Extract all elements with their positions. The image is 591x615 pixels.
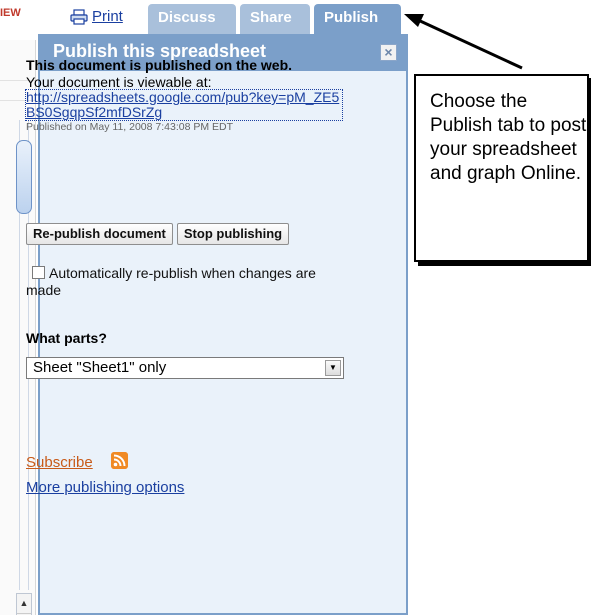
more-publishing-options-link[interactable]: More publishing options bbox=[26, 479, 184, 496]
published-url-link[interactable]: http://spreadsheets.google.com/pub?key=p… bbox=[25, 89, 343, 121]
stop-publishing-button[interactable]: Stop publishing bbox=[176, 223, 290, 245]
auto-republish-checkbox[interactable] bbox=[32, 266, 45, 279]
parts-selected-value: Sheet "Sheet1" only bbox=[33, 359, 167, 376]
subscribe-link[interactable]: Subscribe bbox=[26, 454, 93, 471]
published-status: This document is published on the web. bbox=[26, 57, 293, 73]
publish-actions: Re-publish document Stop publishing bbox=[26, 223, 290, 245]
dropdown-arrow-icon[interactable]: ▼ bbox=[325, 360, 341, 376]
scrollbar-thumb[interactable] bbox=[16, 140, 32, 214]
tab-share[interactable]: Share bbox=[240, 4, 310, 34]
published-date: Published on May 11, 2008 7:43:08 PM EDT bbox=[26, 121, 234, 133]
scroll-up-icon[interactable]: ▲ bbox=[17, 594, 31, 613]
close-icon[interactable]: × bbox=[380, 44, 397, 61]
view-menu-fragment: IEW bbox=[0, 7, 21, 19]
auto-republish-option: Automatically re-publish when changes ar… bbox=[26, 265, 346, 299]
scrollbar-buttons: ▲ ▼ bbox=[16, 593, 32, 615]
publish-info: This document is published on the web. Y… bbox=[25, 57, 356, 134]
auto-republish-label: Automatically re-publish when changes ar… bbox=[26, 265, 316, 298]
tab-discuss[interactable]: Discuss bbox=[148, 4, 236, 34]
rss-icon[interactable] bbox=[111, 452, 128, 469]
printer-icon bbox=[70, 8, 88, 25]
republish-button[interactable]: Re-publish document bbox=[26, 223, 173, 245]
print-link[interactable]: Print bbox=[70, 8, 123, 25]
viewable-label: Your document is viewable at: bbox=[26, 74, 212, 90]
print-label: Print bbox=[92, 8, 123, 25]
parts-select[interactable]: Sheet "Sheet1" only ▼ bbox=[26, 357, 344, 379]
callout-box: Choose the Publish tab to post your spre… bbox=[414, 74, 589, 262]
what-parts-label: What parts? bbox=[26, 330, 107, 346]
